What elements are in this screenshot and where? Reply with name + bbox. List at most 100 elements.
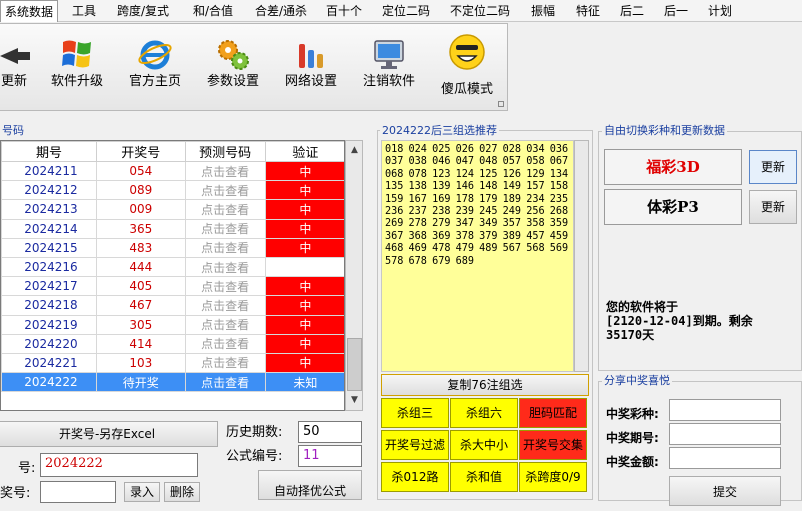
- history-verify-cell: 中: [264, 276, 344, 297]
- homepage-label: 官方主页: [128, 74, 181, 89]
- bar-chart-icon: [299, 44, 323, 68]
- prize-amount-field[interactable]: [669, 447, 781, 469]
- scroll-up-icon[interactable]: ▲: [347, 143, 362, 158]
- history-row[interactable]: 2024219 305 点击查看中: [1, 314, 344, 335]
- history-prediction-cell[interactable]: 点击查看: [184, 199, 266, 220]
- ie-icon: [138, 40, 172, 70]
- update-tool[interactable]: 更新: [0, 24, 36, 112]
- delete-button[interactable]: 删除: [164, 482, 200, 502]
- col-verify: 验证: [264, 141, 344, 162]
- kill-button[interactable]: 杀跨度0/9: [519, 462, 587, 492]
- history-table: 期号 开奖号 预测号码 验证 2024211 054 点击查看中 2024212 089…: [0, 140, 345, 411]
- history-prediction-cell[interactable]: 点击查看: [184, 352, 266, 374]
- copy-button[interactable]: 复制76注组选: [381, 374, 589, 396]
- history-prediction-cell[interactable]: 点击查看: [184, 256, 266, 278]
- menu-fixed-two[interactable]: 定位二码: [374, 0, 438, 22]
- prize-period-field[interactable]: [669, 423, 781, 445]
- history-prediction-cell[interactable]: 点击查看: [184, 314, 266, 335]
- menu-last-two[interactable]: 后二: [612, 0, 652, 22]
- history-period-cell: 2024216: [1, 256, 97, 278]
- menu-unfixed-two[interactable]: 不定位二码: [442, 0, 518, 22]
- kill-button[interactable]: 杀组三: [381, 398, 449, 428]
- network-label: 网络设置: [284, 74, 337, 89]
- menu-system-data[interactable]: 系统数据: [0, 0, 58, 22]
- homepage-tool[interactable]: 官方主页: [124, 24, 186, 112]
- history-row[interactable]: 2024218 467 点击查看中: [1, 295, 344, 316]
- switch-title: 自由切换彩种和更新数据: [602, 123, 727, 139]
- history-row[interactable]: 2024217 405 点击查看中: [1, 276, 344, 297]
- history-period-cell: 2024213: [1, 199, 97, 220]
- kill-button[interactable]: 开奖号交集: [519, 430, 587, 460]
- history-verify-cell: 中: [264, 295, 344, 316]
- menu-last-one[interactable]: 后一: [656, 0, 696, 22]
- kill-button[interactable]: 杀组六: [450, 398, 518, 428]
- menu-feature[interactable]: 特征: [568, 0, 608, 22]
- scroll-down-icon[interactable]: ▼: [347, 393, 362, 408]
- history-prediction-cell[interactable]: 点击查看: [184, 218, 266, 239]
- toolbar: 更新 软件升级 官方主页 参数设置 网络设置 注销软件 傻瓜模式: [0, 23, 508, 111]
- history-row[interactable]: 2024214 365 点击查看中: [1, 218, 344, 239]
- history-prediction-cell[interactable]: 点击查看: [184, 276, 266, 297]
- submit-button[interactable]: 提交: [669, 476, 781, 506]
- history-prediction-cell[interactable]: 点击查看: [184, 237, 266, 258]
- kill-button[interactable]: 杀和值: [450, 462, 518, 492]
- history-period-cell: 2024219: [1, 314, 97, 335]
- logout-label: 注销软件: [362, 74, 415, 89]
- draw-number-label: 奖号:: [0, 486, 31, 501]
- prize-period-label: 中奖期号:: [606, 431, 659, 445]
- history-row[interactable]: 2024211 054 点击查看中: [1, 160, 344, 182]
- menu-tools[interactable]: 工具: [63, 0, 105, 22]
- history-prediction-cell[interactable]: 点击查看: [184, 295, 266, 316]
- col-prediction: 预测号码: [184, 141, 266, 162]
- history-header: 期号 开奖号 预测号码 验证: [1, 141, 344, 162]
- menu-span-compound[interactable]: 跨度/复式: [110, 0, 176, 22]
- share-title: 分享中奖喜悦: [602, 373, 672, 389]
- prize-type-field[interactable]: [669, 399, 781, 421]
- history-verify-cell: 中: [264, 352, 344, 374]
- history-row[interactable]: 2024212 089 点击查看中: [1, 180, 344, 201]
- settings-tool[interactable]: 参数设置: [202, 24, 264, 112]
- lottery-3d-button[interactable]: 福彩3D: [604, 149, 742, 185]
- kill-button[interactable]: 杀012路: [381, 462, 449, 492]
- network-tool[interactable]: 网络设置: [280, 24, 342, 112]
- menu-diff-kill[interactable]: 合差/通杀: [248, 0, 314, 22]
- menu-plan[interactable]: 计划: [700, 0, 740, 22]
- auto-formula-button[interactable]: 自动择优公式: [258, 470, 362, 500]
- menu-amplitude[interactable]: 振幅: [522, 0, 564, 22]
- menu-digits[interactable]: 百十个: [318, 0, 370, 22]
- update-p3-button[interactable]: 更新: [749, 190, 797, 224]
- recommend-scrollbar[interactable]: [574, 140, 589, 372]
- history-prediction-cell[interactable]: 点击查看: [184, 372, 266, 393]
- history-row[interactable]: 2024216 444 点击查看: [1, 256, 344, 278]
- kill-button[interactable]: 胆码匹配: [519, 398, 587, 428]
- history-row[interactable]: 2024213 009 点击查看中: [1, 199, 344, 220]
- draw-number-field[interactable]: [40, 481, 116, 503]
- update-3d-button[interactable]: 更新: [749, 150, 797, 184]
- kill-button[interactable]: 开奖号过滤: [381, 430, 449, 460]
- history-row[interactable]: 2024221 103 点击查看中: [1, 352, 344, 374]
- lottery-p3-button[interactable]: 体彩P3: [604, 189, 742, 225]
- logout-tool[interactable]: 注销软件: [358, 24, 420, 112]
- scroll-thumb[interactable]: [347, 338, 362, 391]
- history-prediction-cell[interactable]: 点击查看: [184, 180, 266, 201]
- history-count-field[interactable]: 50: [298, 421, 362, 443]
- history-period-cell: 2024212: [1, 180, 97, 201]
- history-count-label: 历史期数:: [226, 425, 283, 440]
- prize-amount-label: 中奖金额:: [606, 455, 659, 469]
- history-prediction-cell[interactable]: 点击查看: [184, 160, 266, 182]
- kill-button[interactable]: 杀大中小: [450, 430, 518, 460]
- history-verify-cell: 中: [264, 160, 344, 182]
- enter-button[interactable]: 录入: [124, 482, 160, 502]
- history-row[interactable]: 2024222 待开奖 点击查看 未知: [1, 372, 344, 393]
- formula-field[interactable]: 11: [298, 445, 362, 467]
- menu-sum-value[interactable]: 和/合值: [182, 0, 244, 22]
- history-row[interactable]: 2024220 414 点击查看中: [1, 333, 344, 354]
- history-scrollbar[interactable]: ▲ ▼: [345, 140, 363, 411]
- history-draw-cell: 待开奖: [95, 372, 186, 393]
- issue-field[interactable]: 2024222: [40, 453, 198, 477]
- history-row[interactable]: 2024215 483 点击查看中: [1, 237, 344, 258]
- upgrade-tool[interactable]: 软件升级: [46, 24, 108, 112]
- history-prediction-cell[interactable]: 点击查看: [184, 333, 266, 354]
- export-excel-button[interactable]: 开奖号-另存Excel: [0, 421, 218, 447]
- simple-mode-tool[interactable]: 傻瓜模式: [436, 24, 498, 112]
